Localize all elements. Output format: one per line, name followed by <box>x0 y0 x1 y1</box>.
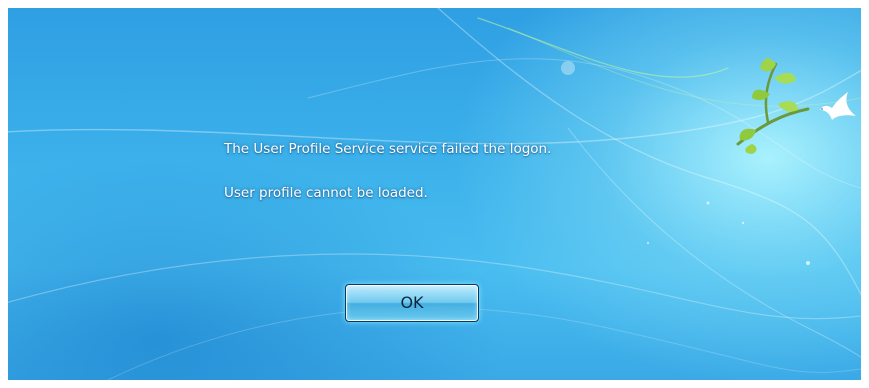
error-message-detail: User profile cannot be loaded. <box>224 185 428 201</box>
windows7-bird-branch-icon <box>736 58 856 154</box>
logon-screen: The User Profile Service service failed … <box>8 8 861 380</box>
error-message-title: The User Profile Service service failed … <box>224 141 552 157</box>
ok-button[interactable]: OK <box>345 284 479 322</box>
